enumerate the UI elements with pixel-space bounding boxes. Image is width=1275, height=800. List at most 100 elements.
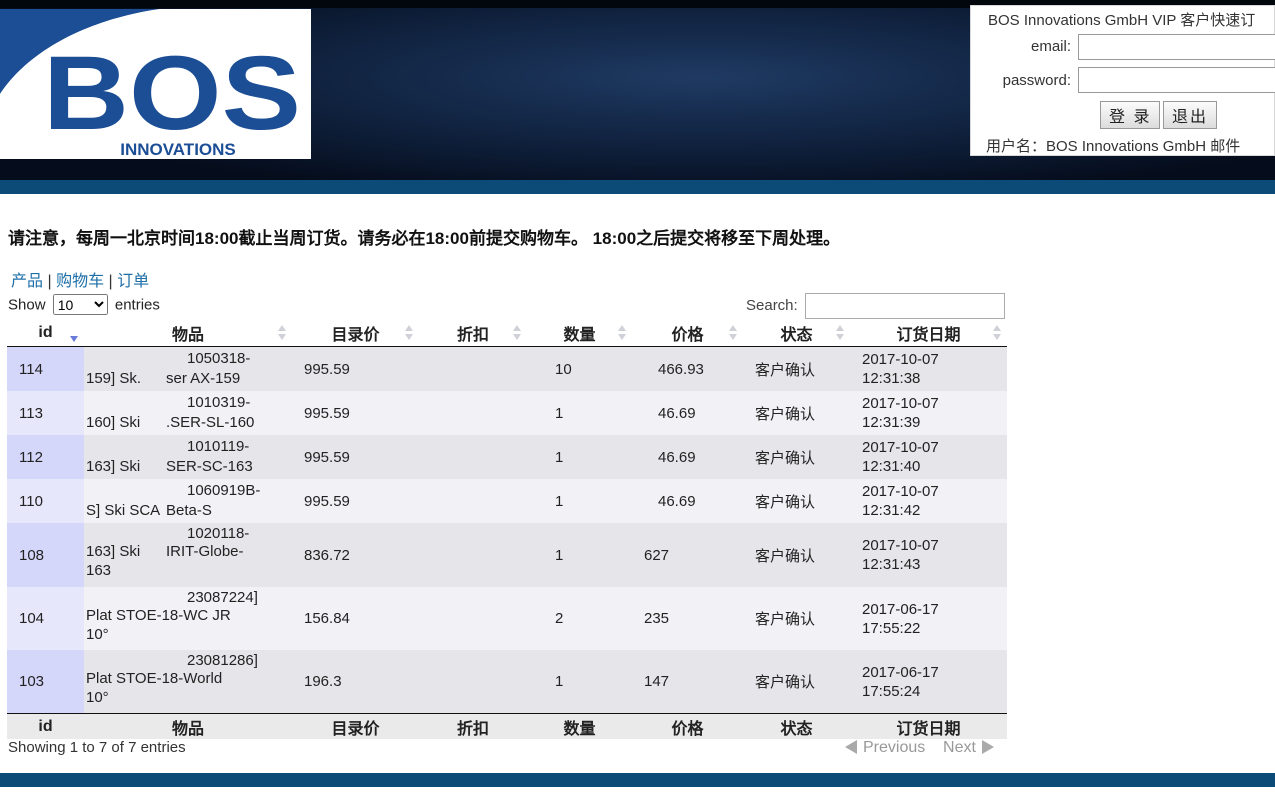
cell-item: 1050318- 159] Sk. ser AX-159 — [84, 347, 292, 392]
cell-item: 1020118- 163] Ski IRIT-Globe- 163 — [84, 523, 292, 587]
table-row: 114 1050318- 159] Sk. ser AX-159 995.59 10 466… — [7, 346, 1007, 392]
column-label: 折扣 — [456, 327, 489, 344]
column-header-price[interactable]: 价格 — [632, 320, 743, 347]
cell-price: 46.69 — [658, 404, 696, 422]
page-footer-bar — [0, 773, 1275, 787]
page-length-control: Show 10 entries — [8, 294, 160, 315]
column-header-status[interactable]: 状态 — [743, 320, 850, 347]
item-name-line: IRIT-Globe- — [166, 543, 244, 560]
email-field[interactable] — [1078, 34, 1275, 60]
sort-icon — [278, 325, 286, 341]
nav-orders-link[interactable]: 订单 — [117, 273, 149, 290]
cell-quantity: 2 — [555, 610, 564, 627]
item-name-line: 10° — [86, 689, 109, 706]
cell-order-date: 2017-10-07 12:31:40 — [850, 435, 1007, 479]
previous-label: Previous — [863, 739, 926, 756]
order-time: 12:31:40 — [862, 458, 921, 475]
bos-logo-graphic: BOS INNOVATIONS — [0, 9, 301, 159]
previous-button[interactable]: Previous — [845, 739, 925, 756]
item-name-line: Beta-S — [166, 502, 212, 519]
cell-price: 235 — [644, 610, 670, 627]
item-name-line: .SER-SL-160 — [166, 414, 255, 431]
logout-button[interactable]: 退出 — [1163, 101, 1218, 129]
user-info: 用户名：BOS Innovations GmbH 邮件 — [986, 138, 1241, 155]
item-name-line: Plat STOE-18-WC JR — [86, 607, 231, 624]
column-label: 订货日期 — [896, 327, 961, 344]
item-name-line: 163 — [86, 562, 112, 579]
cell-price: 147 — [644, 673, 670, 690]
footer-label-status: 状态 — [743, 713, 850, 739]
item-code: 1050318- — [187, 350, 251, 367]
logo-subtext: INNOVATIONS — [120, 140, 236, 159]
email-label: email: — [1030, 38, 1071, 55]
column-header-discount[interactable]: 折扣 — [419, 320, 527, 347]
pagination: Previous Next — [845, 739, 994, 757]
login-button[interactable]: 登 录 — [1100, 101, 1161, 129]
order-deadline-notice: 请注意，每周一北京时间18:00截止当周订货。请务必在18:00前提交购物车。 … — [8, 229, 841, 248]
column-label: id — [38, 324, 53, 341]
cell-discount — [419, 391, 527, 435]
cell-price: 466.93 — [658, 360, 704, 378]
login-title: BOS Innovations GmbH VIP 客户快速订 — [988, 12, 1256, 29]
cell-status: 客户确认 — [755, 361, 816, 379]
sort-icon — [618, 325, 626, 341]
footer-label-quantity: 数量 — [527, 713, 632, 739]
order-date: 2017-10-07 — [862, 351, 939, 368]
item-code: 23087224] — [187, 589, 258, 606]
cell-list-price: 995.59 — [304, 448, 350, 466]
nav-separator: | — [108, 273, 113, 290]
column-label: 物品 — [171, 327, 204, 344]
cell-status: 客户确认 — [755, 547, 816, 565]
item-code: 1010119- — [187, 438, 250, 455]
cell-discount — [419, 587, 527, 650]
page-length-select[interactable]: 10 — [52, 294, 108, 315]
column-header-list-price[interactable]: 目录价 — [292, 320, 419, 347]
item-code: 1020118- — [187, 525, 250, 542]
cell-list-price: 995.59 — [304, 404, 350, 422]
item-name-line: 163] Ski — [86, 543, 141, 560]
table-row: 112 1010119- 163] Ski SER-SC-163 995.59 1 46.6… — [7, 435, 1007, 479]
column-label: 状态 — [780, 327, 813, 344]
order-time: 12:31:38 — [862, 370, 921, 387]
item-name-line: S] Ski SCA — [86, 502, 161, 519]
nav-products-link[interactable]: 产品 — [11, 273, 43, 290]
item-name-line: Plat STOE-18-World — [86, 670, 223, 687]
order-date: 2017-06-17 — [862, 600, 939, 618]
cell-id: 113 — [7, 391, 84, 435]
cell-id: 112 — [7, 435, 84, 479]
table-footer-row: id 物品 目录价 折扣 数量 价格 状态 订货日期 — [7, 713, 1007, 739]
table-row: 110 1060919B- S] Ski SCA Beta-S 995.59 1 46.69… — [7, 479, 1007, 523]
cell-item: 23087224] Plat STOE-18-WC JR 10° — [84, 587, 292, 650]
cell-id: 110 — [7, 479, 84, 523]
column-header-id[interactable]: id — [7, 320, 84, 347]
order-date: 2017-10-07 — [862, 537, 939, 554]
next-button[interactable]: Next — [943, 739, 994, 756]
cell-item: 23081286] Plat STOE-18-World 10° — [84, 650, 292, 714]
nav-cart-link[interactable]: 购物车 — [56, 273, 104, 290]
order-date: 2017-10-07 — [862, 395, 939, 412]
next-label: Next — [943, 739, 976, 756]
entries-label: entries — [114, 296, 160, 314]
cell-item: 1060919B- S] Ski SCA Beta-S — [84, 479, 292, 523]
column-header-item[interactable]: 物品 — [84, 320, 292, 347]
search-input[interactable] — [804, 293, 1005, 319]
column-header-quantity[interactable]: 数量 — [527, 320, 632, 347]
sort-desc-icon — [70, 325, 78, 342]
password-field[interactable] — [1078, 67, 1275, 93]
column-header-order-date[interactable]: 订货日期 — [850, 320, 1007, 347]
table-row: 113 1010319- 160] Ski .SER-SL-160 995.59 1 46.… — [7, 391, 1007, 435]
cell-order-date: 2017-06-17 17:55:24 — [850, 650, 1007, 714]
cell-price: 627 — [644, 546, 670, 564]
order-time: 12:31:39 — [862, 414, 921, 431]
cell-price: 46.69 — [658, 492, 696, 510]
footer-label-price: 价格 — [632, 713, 743, 739]
order-time: 12:31:42 — [862, 502, 921, 519]
password-label: password: — [1002, 72, 1071, 89]
sort-icon — [513, 325, 521, 341]
cell-quantity: 10 — [555, 360, 572, 378]
cell-discount — [419, 479, 527, 523]
cell-list-price: 156.84 — [304, 610, 350, 627]
cell-order-date: 2017-10-07 12:31:38 — [850, 347, 1007, 392]
footer-label-list-price: 目录价 — [292, 713, 419, 739]
order-date: 2017-10-07 — [862, 439, 939, 456]
